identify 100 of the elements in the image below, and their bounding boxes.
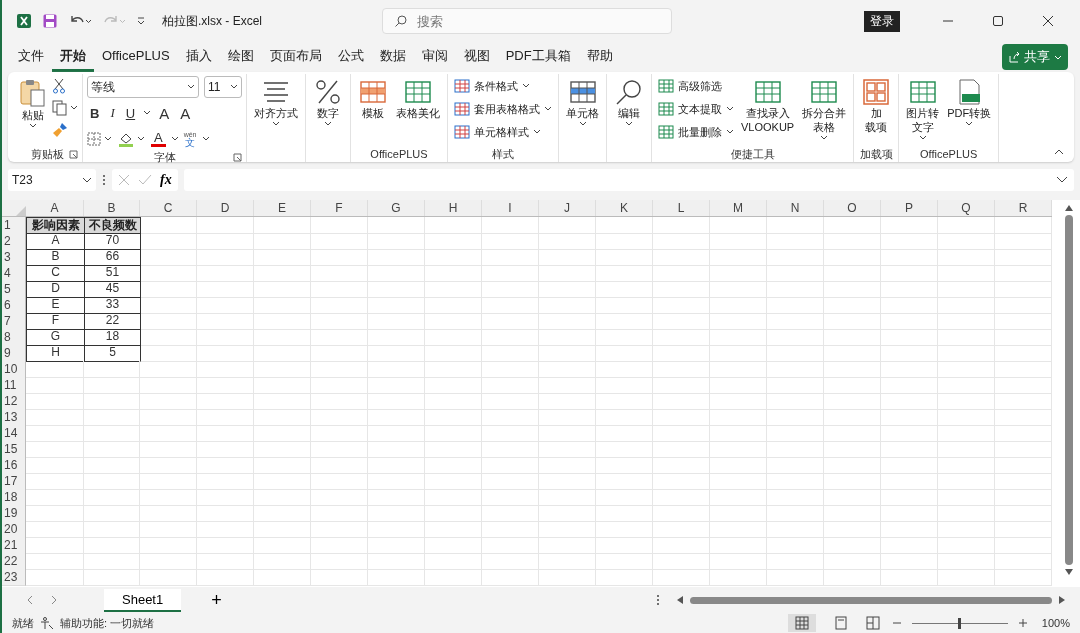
close-icon[interactable] [1042, 15, 1054, 27]
more-icon[interactable] [102, 174, 106, 186]
page-layout-icon[interactable] [833, 616, 848, 630]
ribbon-tab[interactable]: 视图 [455, 42, 498, 72]
zoom-in-icon[interactable] [1017, 618, 1028, 628]
column-header[interactable]: B [84, 200, 140, 216]
font-style-button[interactable]: I [107, 105, 118, 121]
caret-icon[interactable] [143, 110, 152, 116]
font-name-field[interactable]: 等线 [87, 76, 199, 98]
brush-icon[interactable] [52, 122, 68, 138]
page-break-icon[interactable] [865, 616, 880, 630]
row-header[interactable]: 23 [2, 569, 26, 586]
previous-sheet-icon[interactable] [26, 595, 34, 605]
ribbon-button[interactable]: 数字 [310, 74, 346, 127]
column-header[interactable]: M [710, 200, 767, 216]
column-header[interactable]: L [653, 200, 710, 216]
border-icon[interactable] [87, 132, 113, 146]
ribbon-tab[interactable]: 绘图 [219, 42, 262, 72]
ribbon-button[interactable]: 对齐方式 [251, 74, 301, 127]
ribbon-tab[interactable]: 插入 [177, 42, 220, 72]
column-header[interactable]: A [26, 200, 84, 216]
search-field[interactable]: 搜索 [382, 8, 672, 34]
ribbon-tab[interactable]: 页面布局 [261, 42, 330, 72]
dialog-launcher-icon[interactable] [69, 149, 78, 159]
ribbon-list-button[interactable]: 条件格式 [452, 76, 554, 96]
more-icon[interactable] [656, 594, 660, 606]
collapse-ribbon-icon[interactable] [1054, 148, 1064, 156]
ribbon-list-button[interactable]: 批量删除 [656, 122, 736, 142]
save-icon[interactable] [42, 13, 58, 29]
scroll-thumb[interactable] [1065, 215, 1073, 565]
ribbon-list-button[interactable]: 文本提取 [656, 99, 736, 119]
column-header[interactable]: H [425, 200, 482, 216]
sheet-tab[interactable]: Sheet1 [104, 588, 182, 612]
ribbon-tab[interactable]: 文件 [10, 42, 52, 72]
ribbon-button[interactable]: 单元格 [563, 74, 602, 127]
paste-button[interactable]: 粘贴 [16, 74, 50, 129]
share-button[interactable]: 共享 [1002, 44, 1068, 70]
customize-caret-icon[interactable] [136, 16, 146, 26]
scroll-left-icon[interactable] [676, 595, 684, 605]
next-sheet-icon[interactable] [50, 595, 58, 605]
ribbon-tab[interactable]: PDF工具箱 [497, 42, 579, 72]
scroll-right-icon[interactable] [1058, 595, 1066, 605]
column-header[interactable]: F [311, 200, 368, 216]
font-size-button[interactable]: A [156, 104, 173, 122]
scroll-down-icon[interactable] [1064, 568, 1074, 576]
caret-icon[interactable] [170, 136, 179, 142]
accessibility-icon[interactable] [40, 616, 54, 630]
caret-icon[interactable] [201, 136, 210, 142]
login-button[interactable]: 登录 [864, 10, 900, 32]
ribbon-button[interactable]: 拆分合并 表格 [799, 74, 850, 141]
font-size-button[interactable]: A [177, 104, 194, 122]
ribbon-button[interactable]: 加 载项 [858, 74, 895, 134]
formula-field[interactable] [183, 169, 1074, 191]
ribbon-tab[interactable]: 帮助 [578, 42, 621, 72]
ribbon-button[interactable]: 查找录入 VLOOKUP [738, 74, 798, 134]
insert-function-button[interactable]: fx [160, 172, 172, 188]
scissors-icon[interactable] [52, 78, 66, 94]
ribbon-button[interactable]: 表格美化 [393, 74, 443, 120]
scroll-up-icon[interactable] [1064, 204, 1074, 212]
normal-view-icon[interactable] [787, 614, 816, 632]
expand-caret-icon[interactable] [1056, 176, 1068, 184]
font-size-field[interactable]: 11 [204, 76, 242, 98]
column-header[interactable]: P [881, 200, 938, 216]
accessibility-status[interactable]: 辅助功能: 一切就绪 [60, 615, 155, 631]
font-style-button[interactable]: U [122, 105, 139, 121]
zoom-thumb[interactable] [957, 617, 961, 629]
ribbon-list-button[interactable]: 单元格样式 [452, 122, 554, 142]
column-header[interactable]: Q [938, 200, 995, 216]
zoom-level[interactable]: 100% [1041, 617, 1070, 629]
add-sheet-button[interactable]: + [207, 589, 226, 611]
ribbon-button[interactable]: 图片转 文字 [903, 74, 943, 141]
ribbon-tab[interactable]: 审阅 [413, 42, 456, 72]
horizontal-scrollbar[interactable] [676, 595, 1066, 605]
ribbon-button[interactable]: PDF转换 [944, 74, 995, 127]
dialog-launcher-icon[interactable] [233, 153, 242, 162]
column-header[interactable]: G [368, 200, 425, 216]
font-style-button[interactable]: B [87, 105, 103, 121]
column-header[interactable]: C [140, 200, 197, 216]
column-header[interactable]: R [995, 200, 1052, 216]
scroll-thumb[interactable] [690, 596, 1052, 604]
copy-icon[interactable] [52, 100, 78, 116]
ribbon-tab[interactable]: 公式 [329, 42, 372, 72]
column-header[interactable]: I [482, 200, 539, 216]
font-color-button[interactable]: A [151, 131, 166, 147]
column-header[interactable]: D [197, 200, 254, 216]
check-icon[interactable] [138, 174, 152, 186]
column-header[interactable]: J [539, 200, 596, 216]
ribbon-tab[interactable]: 数据 [371, 42, 414, 72]
column-header[interactable]: N [767, 200, 824, 216]
column-header[interactable]: O [824, 200, 881, 216]
maximize-icon[interactable] [992, 15, 1004, 27]
column-header[interactable]: E [254, 200, 311, 216]
name-box[interactable]: T23 [8, 169, 96, 191]
ribbon-list-button[interactable]: 套用表格格式 [452, 99, 554, 119]
ribbon-button[interactable]: 模板 [355, 74, 391, 120]
column-header[interactable]: K [596, 200, 653, 216]
ribbon-button[interactable]: 编辑 [611, 74, 647, 127]
fill-color-icon[interactable] [118, 131, 146, 147]
ribbon-tab[interactable]: OfficePLUS [94, 44, 178, 70]
ribbon-list-button[interactable]: 高级筛选 [656, 76, 736, 96]
